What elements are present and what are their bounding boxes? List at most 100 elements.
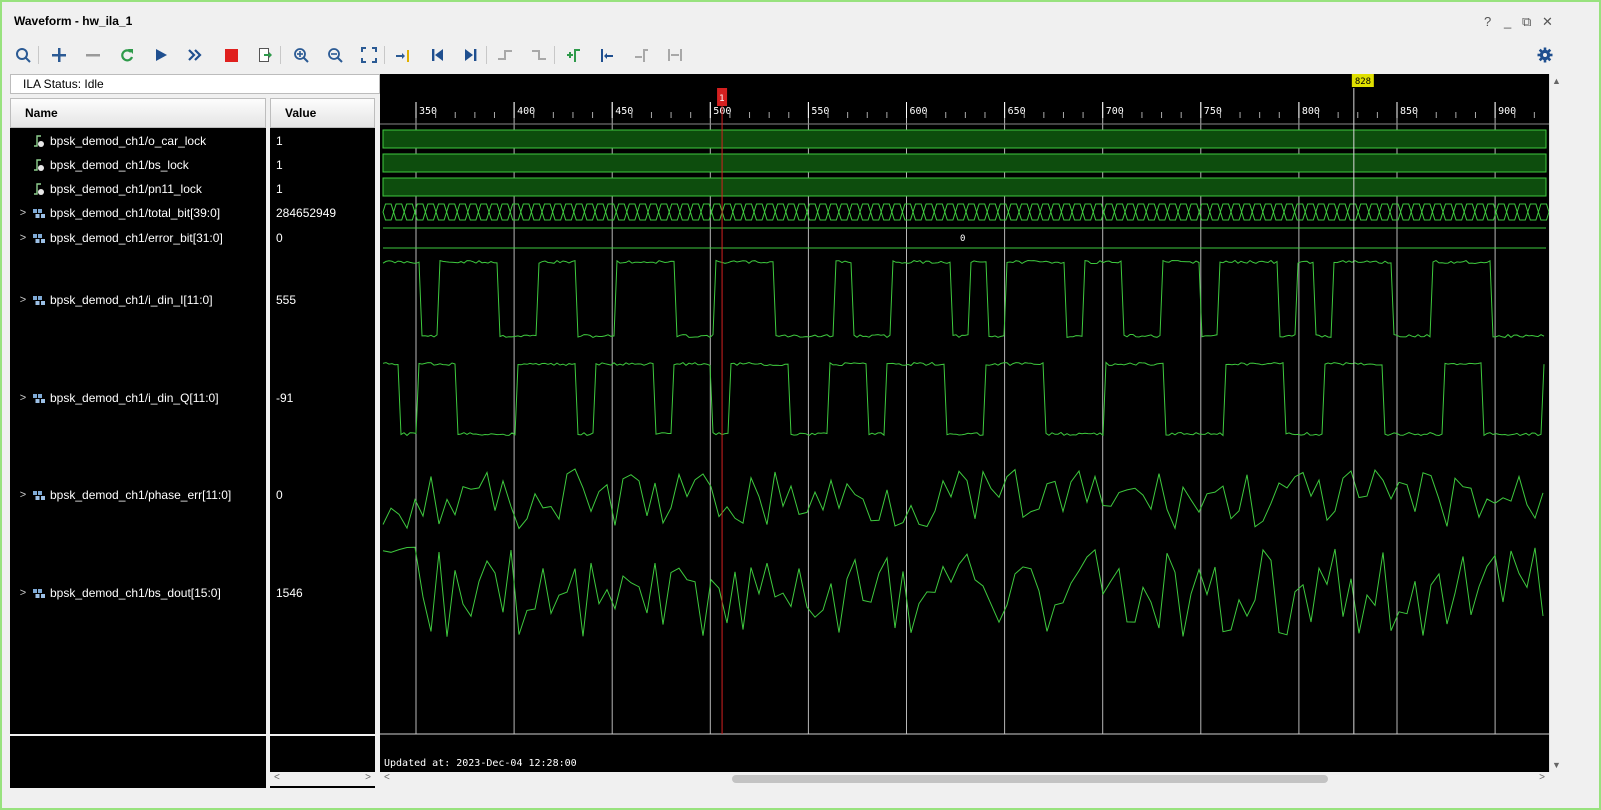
zoom-fit-icon[interactable]	[358, 44, 380, 66]
signal-row[interactable]: > bpsk_demod_ch1/phase_err[11:0]	[10, 485, 231, 505]
time-tick-label: 900	[1498, 106, 1516, 117]
signal-value: -91	[276, 391, 294, 405]
expand-chevron-icon[interactable]: >	[16, 207, 30, 219]
signal-name: bpsk_demod_ch1/i_din_I[11:0]	[50, 293, 213, 307]
waveform-window: Waveform - hw_ila_1 ? _ ⧉ ✕ ILA Status:	[0, 0, 1601, 810]
analog-waveform	[382, 259, 1545, 339]
refresh-icon[interactable]	[116, 44, 138, 66]
signal-row[interactable]: > bpsk_demod_ch1/i_din_I[11:0]	[10, 290, 213, 310]
scroll-down-icon[interactable]: ▼	[1552, 760, 1561, 770]
signal-value: 1	[276, 158, 283, 172]
scroll-left-icon[interactable]: <	[274, 772, 280, 783]
go-to-start-icon[interactable]	[426, 44, 448, 66]
signal-name: bpsk_demod_ch1/i_din_Q[11:0]	[50, 391, 219, 405]
window-title: Waveform - hw_ila_1	[14, 14, 133, 28]
bus-signal-icon	[32, 488, 46, 502]
time-tick-label: 350	[419, 106, 437, 117]
scroll-left-icon[interactable]: <	[384, 772, 390, 783]
signal-name-list: bpsk_demod_ch1/o_car_lock bpsk_demod_ch1/…	[10, 128, 266, 734]
signal-name: bpsk_demod_ch1/pn11_lock	[50, 182, 202, 196]
settings-gear-icon[interactable]	[1534, 44, 1556, 66]
bit-waveform	[382, 177, 1547, 197]
bit-waveform	[382, 153, 1547, 173]
expand-chevron-icon[interactable]: >	[16, 392, 30, 404]
value-column-header[interactable]: Value	[270, 98, 375, 128]
analog-waveform	[382, 546, 1544, 637]
bus-waveform	[382, 203, 1549, 221]
run-immediate-icon[interactable]	[184, 44, 206, 66]
scroll-right-icon[interactable]: >	[365, 772, 371, 783]
go-to-end-icon[interactable]	[460, 44, 482, 66]
value-horizontal-scrollbar[interactable]: < >	[270, 772, 375, 786]
signal-value-list: 1 1 1 284652949 0 555 -91 0 1546	[270, 128, 375, 734]
swap-cursors-icon[interactable]	[664, 44, 686, 66]
title-bar: Waveform - hw_ila_1 ? _ ⧉ ✕	[6, 6, 1595, 36]
expand-chevron-icon[interactable]: >	[16, 294, 30, 306]
expand-chevron-icon[interactable]: >	[16, 232, 30, 244]
marker-label: 828	[1355, 77, 1371, 87]
bus-signal-icon	[32, 391, 46, 405]
zoom-in-icon[interactable]	[290, 44, 312, 66]
zoom-out-icon[interactable]	[324, 44, 346, 66]
time-tick-label: 600	[910, 106, 928, 117]
signal-row[interactable]: > bpsk_demod_ch1/total_bit[39:0]	[10, 203, 220, 223]
signal-row[interactable]: > bpsk_demod_ch1/bs_dout[15:0]	[10, 583, 221, 603]
previous-marker-icon[interactable]	[596, 44, 618, 66]
time-tick-label: 800	[1302, 106, 1320, 117]
waveform-svg[interactable]: 3504004505005506006507007508008509000182…	[380, 74, 1549, 772]
signal-value: 0	[276, 488, 283, 502]
signal-value: 555	[276, 293, 297, 307]
add-marker-icon[interactable]	[562, 44, 584, 66]
analog-waveform	[382, 361, 1545, 437]
bus-signal-icon	[32, 206, 46, 220]
signal-name: bpsk_demod_ch1/o_car_lock	[50, 134, 207, 148]
search-icon[interactable]	[12, 44, 34, 66]
signal-value: 1	[276, 182, 283, 196]
time-tick-label: 850	[1400, 106, 1418, 117]
signal-name: bpsk_demod_ch1/total_bit[39:0]	[50, 206, 221, 220]
signal-value: 1	[276, 134, 283, 148]
restore-button[interactable]: ⧉	[1522, 14, 1531, 30]
vertical-scrollbar[interactable]: ▲ ▼	[1549, 74, 1564, 772]
signal-name-list-footer	[10, 736, 266, 788]
bit-signal-icon	[32, 182, 46, 196]
stop-icon[interactable]	[220, 44, 242, 66]
signal-name: bpsk_demod_ch1/error_bit[31:0]	[50, 231, 223, 245]
waveform-canvas[interactable]: 3504004505005506006507007508008509000182…	[380, 74, 1549, 772]
close-button[interactable]: ✕	[1542, 14, 1553, 30]
previous-transition-icon[interactable]	[494, 44, 516, 66]
waveform-horizontal-scrollbar[interactable]: < >	[380, 772, 1549, 786]
signal-row[interactable]: > bpsk_demod_ch1/i_din_Q[11:0]	[10, 388, 219, 408]
signal-name: bpsk_demod_ch1/bs_lock	[50, 158, 189, 172]
toolbar	[6, 40, 1595, 70]
signal-value: 284652949	[276, 206, 337, 220]
run-trigger-icon[interactable]	[150, 44, 172, 66]
expand-chevron-icon[interactable]: >	[16, 489, 30, 501]
minimize-button[interactable]: _	[1504, 14, 1511, 29]
signal-name: bpsk_demod_ch1/phase_err[11:0]	[50, 488, 232, 502]
expand-chevron-icon[interactable]: >	[16, 587, 30, 599]
bit-signal-icon	[32, 134, 46, 148]
analog-waveform	[382, 468, 1544, 531]
name-column-header[interactable]: Name	[10, 98, 266, 128]
signal-row[interactable]: bpsk_demod_ch1/o_car_lock	[10, 131, 206, 151]
go-to-cursor-icon[interactable]	[392, 44, 414, 66]
plus-icon[interactable]	[48, 44, 70, 66]
bus-value-label: 0	[960, 234, 965, 244]
signal-value: 1546	[276, 586, 303, 600]
signal-name: bpsk_demod_ch1/bs_dout[15:0]	[50, 586, 221, 600]
export-icon[interactable]	[254, 44, 276, 66]
bit-waveform	[382, 129, 1547, 149]
signal-row[interactable]: bpsk_demod_ch1/pn11_lock	[10, 179, 202, 199]
time-tick-label: 750	[1204, 106, 1222, 117]
next-marker-icon[interactable]	[630, 44, 652, 66]
next-transition-icon[interactable]	[528, 44, 550, 66]
help-button[interactable]: ?	[1484, 14, 1491, 29]
scroll-up-icon[interactable]: ▲	[1552, 76, 1561, 86]
scroll-right-icon[interactable]: >	[1539, 772, 1545, 783]
bus-signal-icon	[32, 231, 46, 245]
minus-icon[interactable]	[82, 44, 104, 66]
horizontal-scroll-thumb[interactable]	[732, 775, 1328, 783]
signal-row[interactable]: bpsk_demod_ch1/bs_lock	[10, 155, 189, 175]
signal-row[interactable]: > bpsk_demod_ch1/error_bit[31:0]	[10, 228, 223, 248]
